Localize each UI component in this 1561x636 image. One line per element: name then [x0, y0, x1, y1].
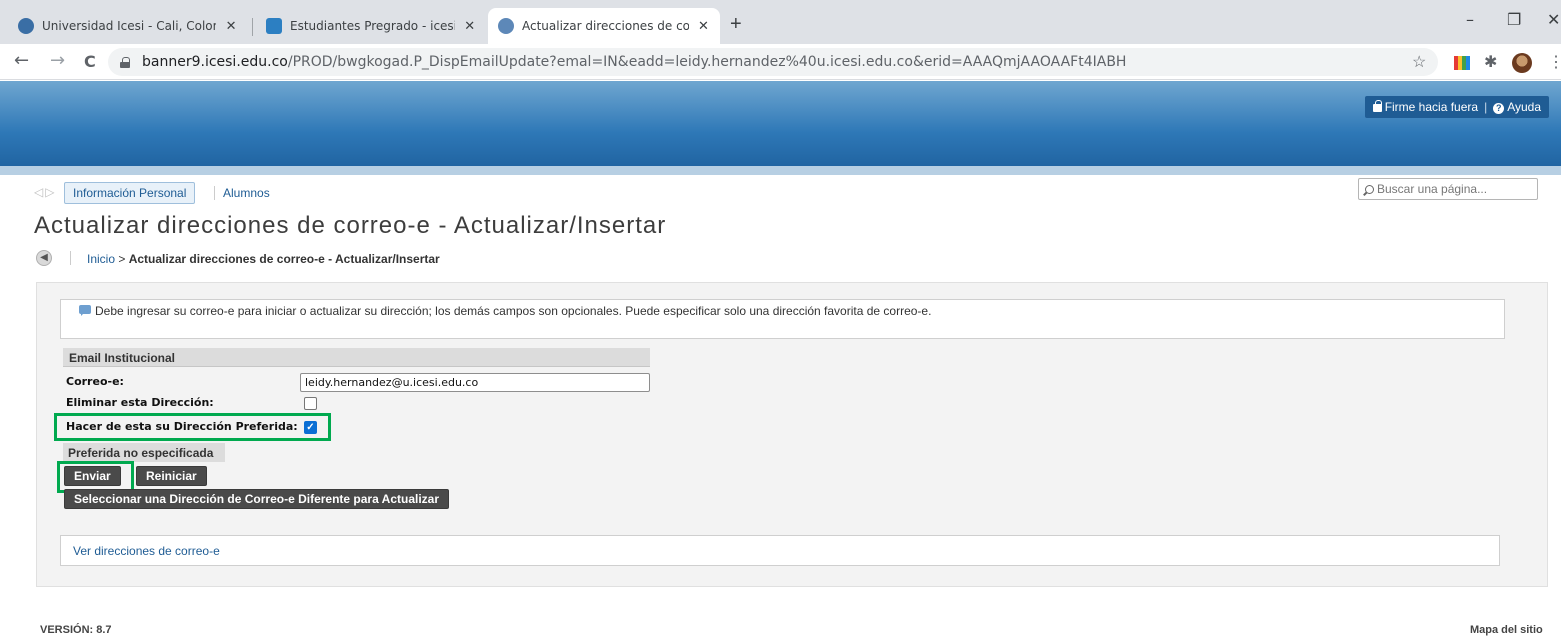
url-text[interactable]: banner9.icesi.edu.co/PROD/bwgkogad.P_Dis… [142, 54, 1126, 70]
browser-toolbar: ← → C banner9.icesi.edu.co/PROD/bwgkogad… [0, 44, 1561, 80]
breadcrumb-separator: > [118, 252, 126, 266]
search-icon [1365, 184, 1374, 194]
extensions-puzzle-icon[interactable]: ✱ [1484, 52, 1497, 72]
page-favicon-icon [266, 18, 282, 34]
extension-icon[interactable] [1454, 56, 1470, 70]
view-addresses-link[interactable]: Ver direcciones de correo-e [73, 544, 220, 558]
browser-tab-bar: Universidad Icesi - Cali, Colombia ✕ Est… [0, 0, 1561, 44]
speech-bubble-icon [79, 305, 91, 316]
tab-close-icon[interactable]: ✕ [697, 19, 710, 34]
help-link[interactable]: ? Ayuda [1493, 100, 1541, 114]
forward-arrow-icon[interactable]: → [50, 50, 65, 71]
profile-avatar[interactable] [1512, 53, 1532, 73]
select-other-address-button[interactable]: Seleccionar una Dirección de Correo-e Di… [64, 489, 450, 509]
bookmark-star-icon[interactable]: ☆ [1412, 52, 1426, 72]
page-search-input[interactable]: Buscar una página... [1358, 178, 1538, 200]
browser-tab-icesi[interactable]: Universidad Icesi - Cali, Colombia ✕ [8, 8, 248, 44]
browser-tab-estudiantes[interactable]: Estudiantes Pregrado - icesi.edu.co ✕ [256, 8, 486, 44]
version-text: VERSIÓN: 8.7 [40, 624, 112, 636]
address-bar[interactable]: banner9.icesi.edu.co/PROD/bwgkogad.P_Dis… [108, 48, 1438, 76]
tab-title: Universidad Icesi - Cali, Colombia [42, 19, 216, 33]
back-button-icon[interactable]: ◀ [36, 250, 52, 266]
email-field[interactable] [300, 373, 650, 392]
tab-separator [214, 186, 215, 200]
minimize-icon[interactable]: – [1466, 10, 1474, 29]
breadcrumb: Inicio > Actualizar direcciones de corre… [87, 252, 440, 266]
sitemap-link[interactable]: Mapa del sitio [1470, 624, 1543, 636]
tab-informacion-personal[interactable]: Información Personal [64, 182, 196, 204]
tab-title: Estudiantes Pregrado - icesi.edu.co [290, 19, 455, 33]
section-header-email: Email Institucional [63, 348, 650, 367]
banner-divider [0, 166, 1561, 175]
maximize-icon[interactable]: ❐ [1507, 10, 1521, 29]
delete-address-label: Eliminar esta Dirección: [66, 396, 214, 409]
site-banner [0, 81, 1561, 175]
email-label: Correo-e: [66, 375, 124, 388]
globe-favicon-icon [18, 18, 34, 34]
breadcrumb-home-link[interactable]: Inicio [87, 252, 115, 266]
breadcrumb-current: Actualizar direcciones de correo-e - Act… [128, 252, 440, 266]
back-arrow-icon[interactable]: ← [14, 50, 29, 71]
preferred-address-checkbox[interactable]: ✓ [304, 421, 317, 434]
lock-icon [1372, 100, 1382, 112]
browser-menu-icon[interactable]: ⋮ [1548, 52, 1561, 72]
nav-arrows-icon[interactable]: ◁▷ [34, 185, 56, 199]
preferred-address-label: Hacer de esta su Dirección Preferida: [66, 420, 298, 433]
close-window-icon[interactable]: ✕ [1547, 10, 1560, 29]
link-separator: | [1484, 100, 1488, 114]
breadcrumb-divider [70, 251, 71, 265]
gear-favicon-icon [498, 18, 514, 34]
reset-button[interactable]: Reiniciar [136, 466, 207, 486]
tab-close-icon[interactable]: ✕ [224, 19, 238, 34]
preferred-status: Preferida no especificada [63, 443, 225, 462]
search-placeholder: Buscar una página... [1377, 182, 1488, 196]
delete-address-checkbox[interactable] [304, 397, 317, 410]
help-icon: ? [1493, 103, 1505, 114]
reload-icon[interactable]: C [84, 52, 96, 71]
banner-user-links: Firme hacia fuera | ? Ayuda [1364, 96, 1549, 118]
view-addresses-box: Ver direcciones de correo-e [60, 535, 1500, 566]
signout-link[interactable]: Firme hacia fuera [1372, 100, 1478, 114]
info-message-text: Debe ingresar su correo-e para iniciar o… [95, 304, 932, 318]
browser-tab-actualizar[interactable]: Actualizar direcciones de correo-e ✕ [488, 8, 720, 44]
submit-button[interactable]: Enviar [64, 466, 121, 486]
tab-alumnos[interactable]: Alumnos [223, 186, 270, 200]
page-title: Actualizar direcciones de correo-e - Act… [34, 212, 667, 239]
new-tab-button[interactable]: + [730, 14, 742, 34]
tab-title: Actualizar direcciones de correo-e [522, 19, 689, 33]
lock-icon[interactable] [120, 56, 130, 68]
tab-separator [252, 18, 253, 36]
tab-close-icon[interactable]: ✕ [463, 19, 476, 34]
